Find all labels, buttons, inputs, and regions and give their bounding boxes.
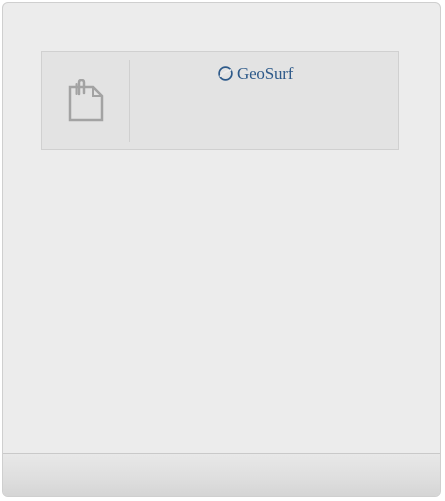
geosurf-logo-icon [218, 65, 233, 81]
clipboard-icon [68, 79, 104, 122]
brand-card: GeoSurf [41, 51, 399, 150]
brand-name: GeoSurf [237, 63, 294, 83]
footer-bar [3, 453, 440, 496]
card-divider [129, 60, 130, 142]
app-window: GeoSurf [2, 2, 441, 497]
card-icon-area [42, 52, 129, 149]
brand-logo: GeoSurf [217, 64, 293, 82]
